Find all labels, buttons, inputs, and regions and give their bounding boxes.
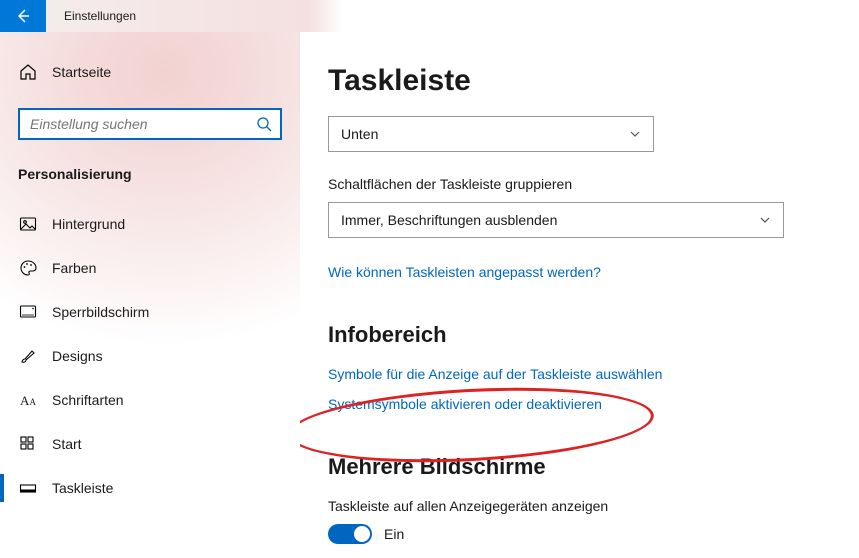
titlebar: Einstellungen [0,0,859,32]
chevron-down-icon [629,128,641,140]
group-buttons-dropdown[interactable]: Immer, Beschriftungen ausblenden [328,202,784,238]
toggle-state-text: Ein [384,526,404,542]
sidebar-item-label: Taskleiste [52,480,113,496]
start-icon [18,435,38,453]
window-title: Einstellungen [46,0,136,32]
sidebar-item-label: Designs [52,348,103,364]
sidebar-item-taskleiste[interactable]: Taskleiste [0,466,300,510]
sidebar-item-label: Farben [52,260,96,276]
show-on-all-displays-label: Taskleiste auf allen Anzeigegeräten anze… [328,498,799,514]
notification-area-title: Infobereich [328,322,799,348]
sidebar-item-designs[interactable]: Designs [0,334,300,378]
sidebar-item-farben[interactable]: Farben [0,246,300,290]
sidebar-item-label: Sperrbildschirm [52,304,149,320]
page-title: Taskleiste [328,64,799,98]
taskbar-icon [18,479,38,497]
brush-icon [18,347,38,365]
back-button[interactable] [0,0,46,32]
sidebar: Startseite Personalisierung Hintergrund F… [0,32,300,558]
palette-icon [18,259,38,277]
main-pane: Taskleiste Unten Schaltflächen der Taskl… [300,32,859,558]
toggle-knob [354,526,370,542]
show-on-all-displays-toggle[interactable] [328,524,372,544]
taskbar-position-dropdown[interactable]: Unten [328,116,654,152]
multiple-displays-title: Mehrere Bildschirme [328,454,799,480]
font-icon: AA [18,394,38,407]
home-icon [18,63,38,81]
dropdown-value: Unten [341,126,378,142]
arrow-left-icon [15,8,31,24]
image-icon [18,215,38,233]
search-icon [256,116,272,132]
group-buttons-label: Schaltflächen der Taskleiste gruppieren [328,176,799,192]
chevron-down-icon [759,214,771,226]
sidebar-item-label: Schriftarten [52,392,124,408]
dropdown-value: Immer, Beschriftungen ausblenden [341,212,557,228]
sidebar-item-label: Start [52,436,82,452]
sidebar-home[interactable]: Startseite [18,54,282,90]
lock-screen-icon [18,303,38,321]
sidebar-item-start[interactable]: Start [0,422,300,466]
customize-taskbar-link[interactable]: Wie können Taskleisten angepasst werden? [328,264,799,280]
home-label: Startseite [52,64,111,80]
sidebar-section-header: Personalisierung [18,166,282,182]
search-input-wrapper[interactable] [18,108,282,140]
toggle-system-icons-link[interactable]: Systemsymbole aktivieren oder deaktivier… [328,396,799,412]
sidebar-nav: Hintergrund Farben Sperrbildschirm Designs A… [0,202,300,510]
sidebar-item-sperrbildschirm[interactable]: Sperrbildschirm [0,290,300,334]
sidebar-item-hintergrund[interactable]: Hintergrund [0,202,300,246]
search-input[interactable] [28,115,256,133]
sidebar-item-schriftarten[interactable]: AA Schriftarten [0,378,300,422]
select-taskbar-icons-link[interactable]: Symbole für die Anzeige auf der Taskleis… [328,366,799,382]
sidebar-item-label: Hintergrund [52,216,125,232]
